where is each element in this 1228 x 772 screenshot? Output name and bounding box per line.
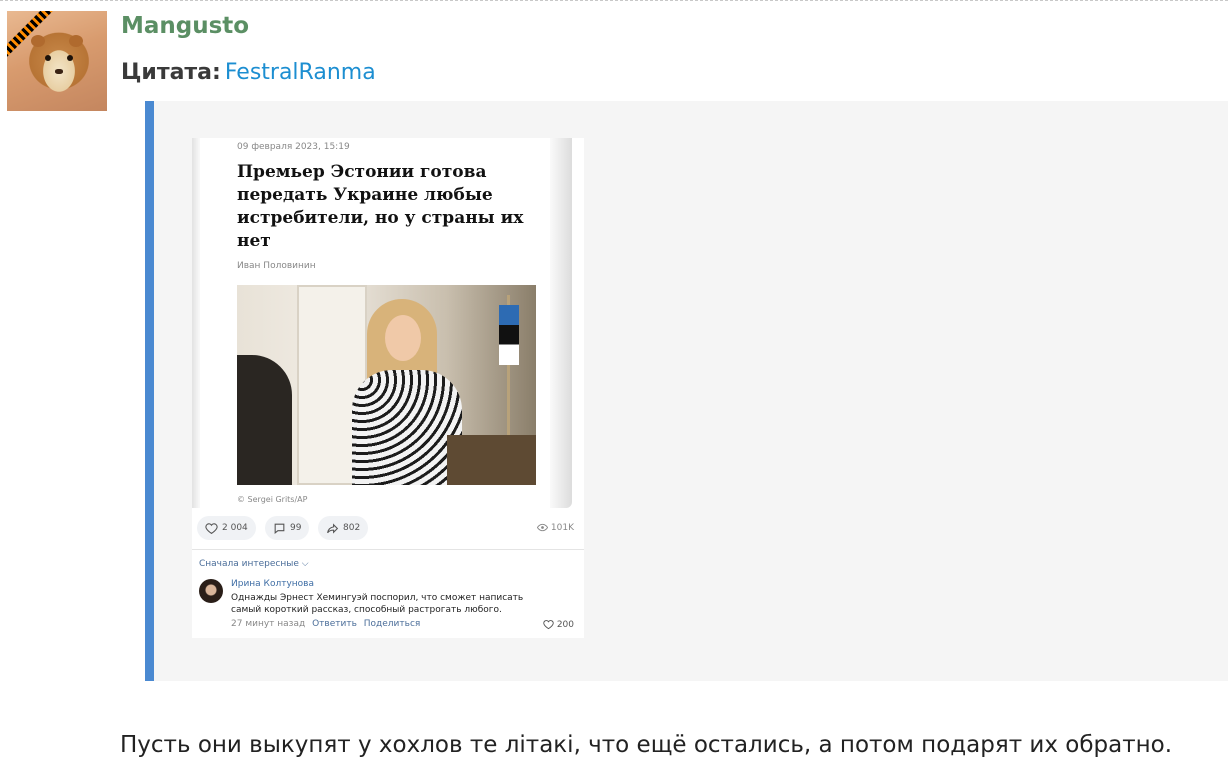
avatar-ear: [31, 35, 45, 47]
comment-like-button[interactable]: 200: [543, 619, 574, 630]
comment-count: 99: [290, 523, 302, 533]
comments-sort-dropdown[interactable]: Сначала интересные ⌵: [199, 559, 309, 569]
share-icon: [327, 522, 339, 534]
top-divider: [0, 0, 1228, 1]
commenter-avatar[interactable]: [199, 579, 223, 603]
commenter-name[interactable]: Ирина Колтунова: [231, 579, 314, 589]
estonian-flag: [499, 305, 519, 365]
comment-icon: [274, 523, 285, 534]
article-title: Премьер Эстонии готова передать Украине …: [237, 162, 524, 251]
post-author-name[interactable]: Mangusto: [121, 13, 249, 39]
share-button[interactable]: 802: [318, 516, 369, 540]
photo-person-face: [385, 315, 421, 361]
comment-meta: 27 минут назад Ответить Поделиться: [231, 619, 420, 629]
avatar-ear: [69, 35, 83, 47]
heart-icon: [543, 620, 554, 630]
quote-header: Цитата: FestralRanma: [121, 60, 376, 85]
photo-person-dress: [352, 370, 462, 485]
comment-text: Однажды Эрнест Хемингуэй поспорил, что с…: [231, 593, 524, 615]
comments-divider: [192, 549, 584, 550]
like-button[interactable]: 2 004: [197, 516, 256, 540]
like-count: 2 004: [222, 523, 248, 533]
card-shadow: [192, 138, 200, 508]
comment-time: 27 минут назад: [231, 619, 306, 629]
comment-like-count: 200: [556, 619, 574, 630]
quoted-user-link[interactable]: FestralRanma: [225, 60, 376, 85]
avatar-eye: [45, 55, 51, 61]
reply-link[interactable]: Ответить: [312, 619, 357, 629]
user-avatar[interactable]: [7, 11, 107, 111]
st-george-ribbon-icon: [7, 11, 56, 58]
share-link[interactable]: Поделиться: [364, 619, 421, 629]
article-photo: [237, 285, 536, 485]
article-date: 09 февраля 2023, 15:19: [237, 142, 350, 152]
avatar-eye: [67, 55, 73, 61]
quote-label: Цитата:: [121, 60, 221, 85]
article-actions: 2 004 99 802 101K: [192, 516, 584, 542]
photo-desk: [447, 435, 536, 485]
embedded-screenshot[interactable]: 09 февраля 2023, 15:19 Премьер Эстонии г…: [192, 138, 584, 638]
photo-foreground: [237, 355, 292, 485]
card-shadow: [550, 138, 572, 508]
post-body: Пусть они выкупят у хохлов те літакі, чт…: [120, 732, 1173, 758]
chevron-down-icon: ⌵: [301, 559, 309, 569]
views-counter: 101K: [536, 522, 574, 533]
eye-icon: [536, 523, 548, 532]
share-count: 802: [343, 523, 361, 533]
photo-credit: © Sergei Grits/AP: [237, 495, 308, 504]
avatar-nose: [55, 69, 63, 74]
sort-label: Сначала интересные: [199, 559, 299, 569]
heart-icon: [205, 522, 218, 534]
article-author: Иван Половинин: [237, 261, 316, 271]
views-count: 101K: [550, 522, 574, 533]
comment-button[interactable]: 99: [265, 516, 310, 540]
